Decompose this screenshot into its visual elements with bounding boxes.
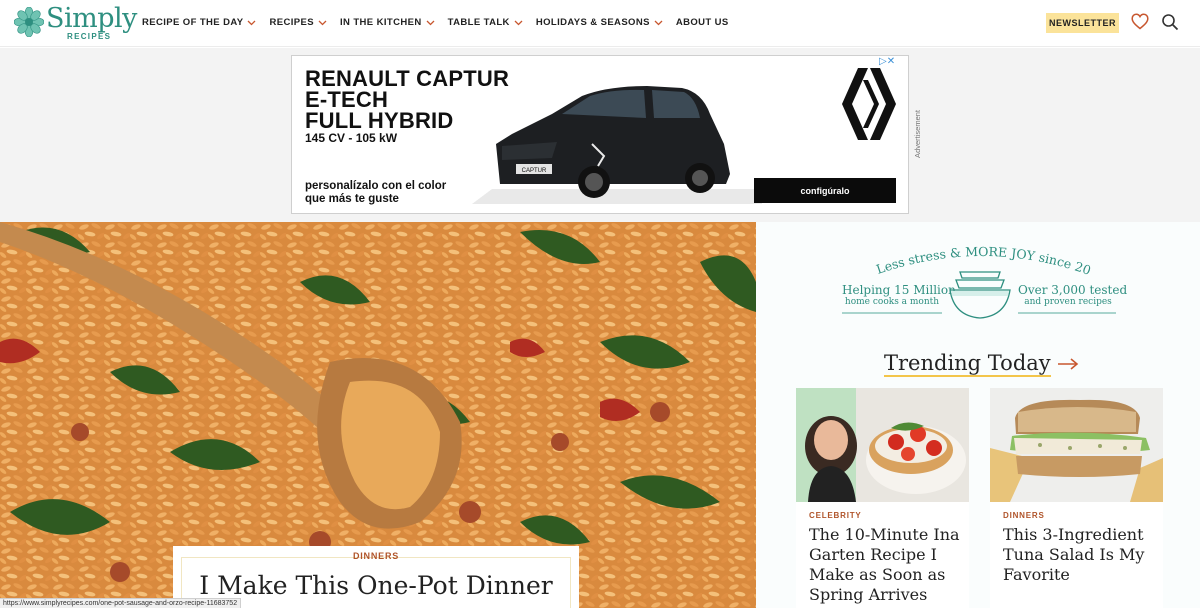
nav-recipe-of-the-day[interactable]: RECIPE OF THE DAY <box>142 17 256 28</box>
nav-in-the-kitchen[interactable]: IN THE KITCHEN <box>340 17 435 28</box>
hero-title[interactable]: I Make This One-Pot Dinner <box>173 571 579 601</box>
car-plate: CAPTUR <box>522 168 547 174</box>
search-icon[interactable] <box>1161 13 1179 31</box>
hero-feature[interactable]: DINNERS I Make This One-Pot Dinner <box>0 222 756 608</box>
logo-wordmark: Simply <box>46 3 137 34</box>
stacked-bowls-icon <box>949 271 1011 319</box>
trending-today-link[interactable]: Trending Today <box>884 351 1079 377</box>
nav-label: RECIPES <box>269 17 314 28</box>
card-category: DINNERS <box>1003 511 1045 520</box>
ad-choices-icon[interactable]: ▷✕ <box>879 56 895 67</box>
chevron-down-icon <box>426 20 435 25</box>
sidebar: Less stress & MORE JOY since 2003 Helpin… <box>756 222 1200 608</box>
heart-icon[interactable] <box>1131 13 1149 30</box>
ad-band: RENAULT CAPTUR E-TECH FULL HYBRID 145 CV… <box>0 48 1200 222</box>
chevron-down-icon <box>654 20 663 25</box>
card-category: CELEBRITY <box>809 511 862 520</box>
newsletter-button[interactable]: NEWSLETTER <box>1046 13 1119 33</box>
ad-tagline-line: que más te guste <box>305 193 399 205</box>
car-image: CAPTUR <box>472 86 762 204</box>
divider <box>1018 312 1116 314</box>
site-header: Simply RECIPES RECIPE OF THE DAY RECIPES… <box>0 0 1200 47</box>
nav-label: ABOUT US <box>675 17 729 28</box>
card-title: The 10-Minute Ina Garten Recipe I Make a… <box>809 525 960 604</box>
nav-recipes[interactable]: RECIPES <box>269 17 327 28</box>
advertisement-label: Advertisement <box>913 110 922 158</box>
nav-label: TABLE TALK <box>447 17 510 28</box>
flower-logo-icon <box>14 7 44 37</box>
nav-label: HOLIDAYS & SEASONS <box>535 17 650 28</box>
stat-small: and proven recipes <box>1024 297 1112 307</box>
chevron-down-icon <box>318 20 327 25</box>
ad-spec: 145 CV - 105 kW <box>305 131 398 145</box>
chevron-down-icon <box>248 20 256 25</box>
trending-card[interactable]: CELEBRITY The 10-Minute Ina Garten Recip… <box>796 388 969 608</box>
nav-about-us[interactable]: ABOUT US <box>676 17 729 28</box>
card-image <box>990 388 1163 502</box>
renault-logo-icon <box>842 68 896 140</box>
trending-card[interactable]: DINNERS This 3-Ingredient Tuna Salad Is … <box>990 388 1163 608</box>
ad-configure-button[interactable]: configúralo <box>754 178 896 203</box>
nav-holidays-seasons[interactable]: HOLIDAYS & SEASONS <box>536 17 663 28</box>
stat-big: Helping 15 Million <box>842 283 956 297</box>
nav-table-talk[interactable]: TABLE TALK <box>448 17 523 28</box>
ad-tagline-line: personalízalo con el color <box>305 180 447 192</box>
ad-tagline: personalízalo con el color que más te gu… <box>305 180 446 206</box>
hero-category[interactable]: DINNERS <box>173 551 579 561</box>
divider <box>842 312 942 314</box>
nav-label: IN THE KITCHEN <box>339 17 422 28</box>
stat-small: home cooks a month <box>844 297 940 307</box>
logo-subtitle: RECIPES <box>67 32 112 41</box>
nav-label: RECIPE OF THE DAY <box>142 17 244 28</box>
chevron-down-icon <box>514 20 523 25</box>
stat-big: Over 3,000 tested <box>1018 283 1128 297</box>
site-logo[interactable]: Simply RECIPES <box>14 3 137 43</box>
browser-status-url: https://www.simplyrecipes.com/one-pot-sa… <box>0 598 242 608</box>
card-image <box>796 388 969 502</box>
renault-ad[interactable]: RENAULT CAPTUR E-TECH FULL HYBRID 145 CV… <box>291 55 909 214</box>
stat-tested-recipes: Over 3,000 tested and proven recipes <box>1018 283 1128 308</box>
main-nav: RECIPE OF THE DAY RECIPES IN THE KITCHEN… <box>142 17 742 28</box>
card-title: This 3-Ingredient Tuna Salad Is My Favor… <box>1003 525 1145 584</box>
trending-title: Trending Today <box>884 351 1051 377</box>
stat-home-cooks: Helping 15 Million home cooks a month <box>842 283 956 308</box>
arrow-right-icon <box>1057 358 1078 370</box>
